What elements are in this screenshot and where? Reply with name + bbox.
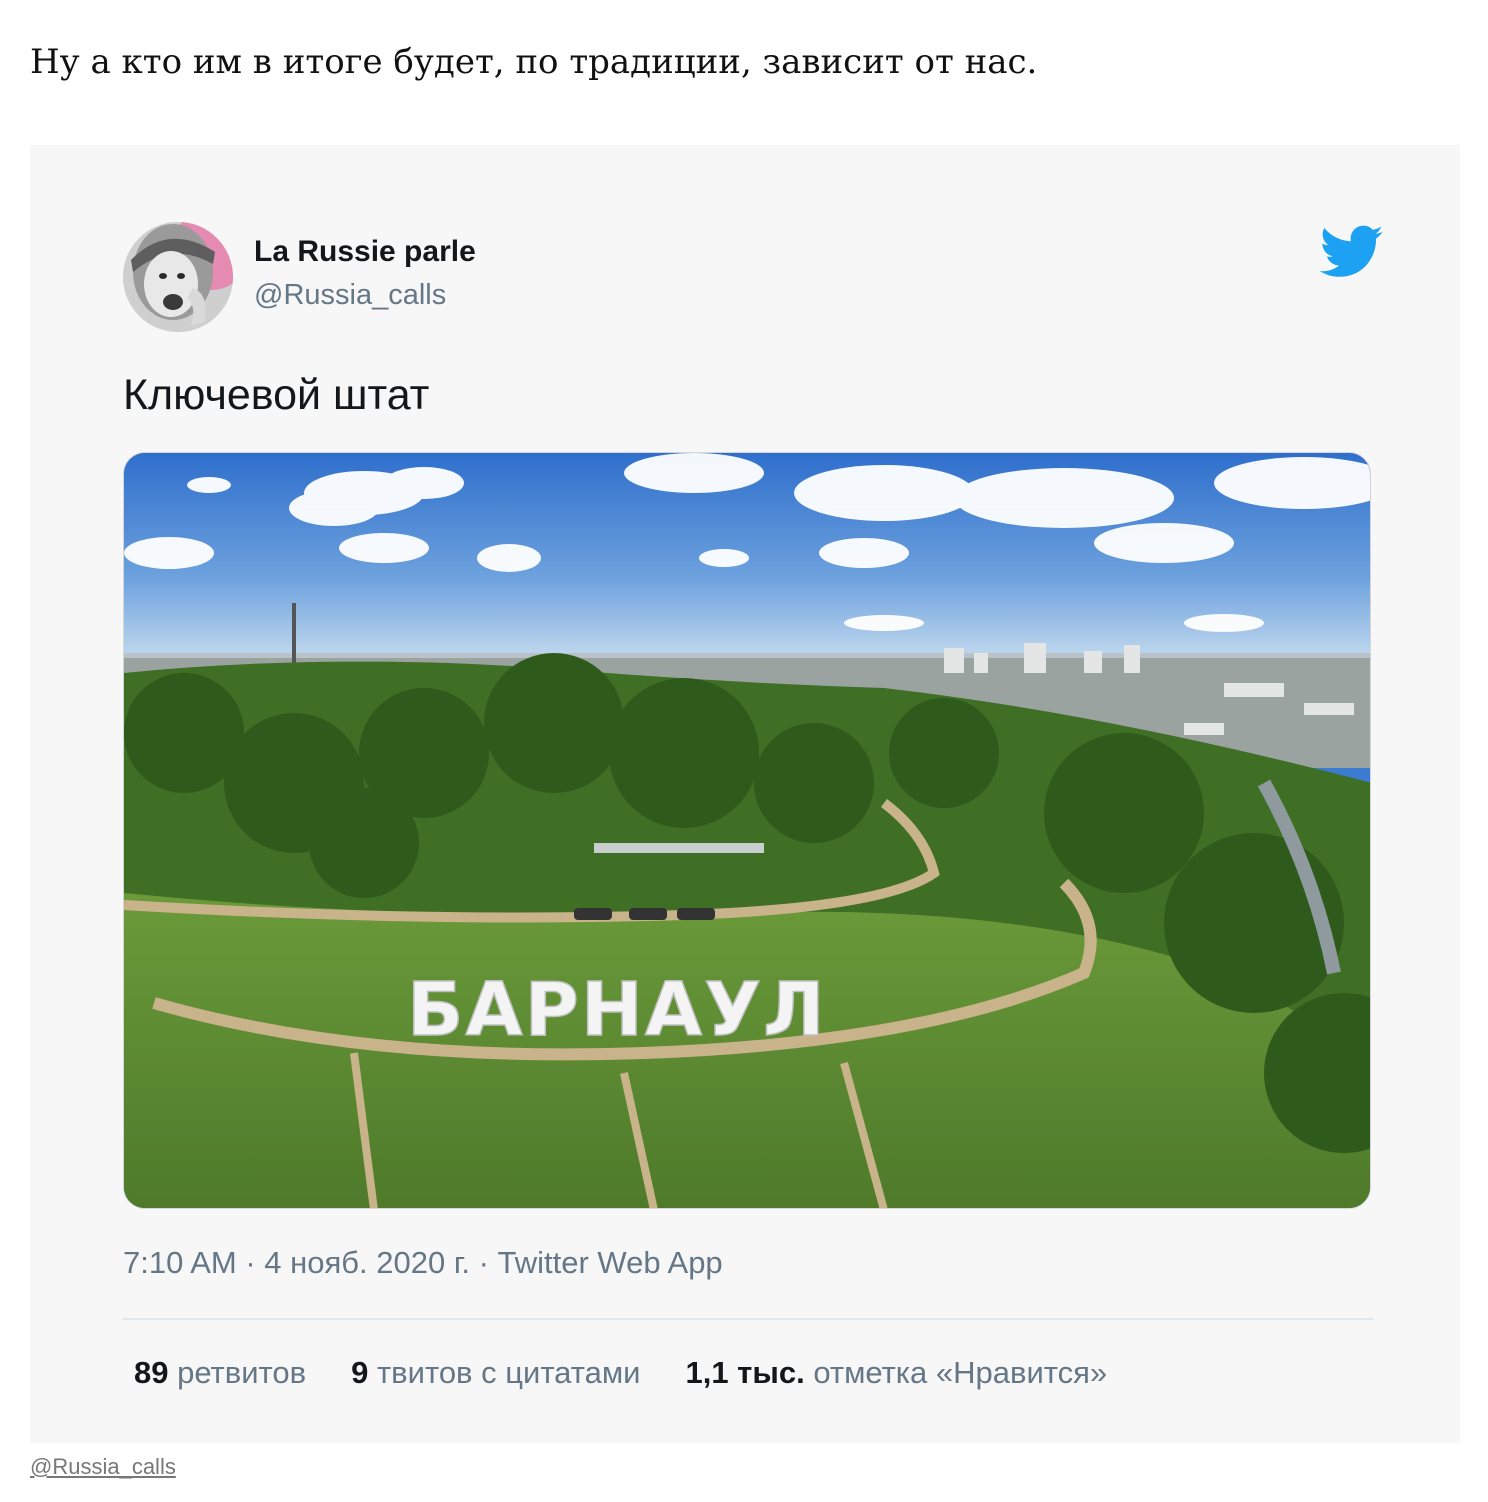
photo-sign-text: БАРНАУЛ	[407, 967, 827, 1053]
author-avatar[interactable]	[123, 222, 233, 332]
likes-stat[interactable]: 1,1 тыс. отметка «Нравится»	[685, 1355, 1107, 1391]
quote-tweets-label: твитов с цитатами	[376, 1355, 641, 1390]
likes-count: 1,1 тыс.	[685, 1355, 805, 1390]
retweets-label: ретвитов	[177, 1355, 307, 1390]
retweets-stat[interactable]: 89 ретвитов	[134, 1355, 306, 1391]
tweet-embed[interactable]: La Russie parle @Russia_calls Ключевой ш…	[30, 145, 1460, 1443]
quote-tweets-count: 9	[351, 1355, 369, 1390]
quote-tweets-stat[interactable]: 9 твитов с цитатами	[351, 1355, 640, 1391]
twitter-bird-icon[interactable]	[1319, 225, 1384, 279]
tweet-text: Ключевой штат	[123, 371, 430, 419]
author-name[interactable]: La Russie parle	[254, 235, 476, 269]
credit-link[interactable]: @Russia_calls	[30, 1454, 176, 1480]
tweet-stats: 89 ретвитов 9 твитов с цитатами 1,1 тыс.…	[134, 1355, 1152, 1391]
article-paragraph: Ну а кто им в итоге будет, по традиции, …	[30, 42, 1038, 82]
divider	[123, 1318, 1373, 1320]
tweet-photo[interactable]: БАРНАУЛ	[123, 452, 1371, 1209]
tweet-timestamp[interactable]: 7:10 AM · 4 нояб. 2020 г. · Twitter Web …	[123, 1245, 723, 1281]
likes-label: отметка «Нравится»	[813, 1355, 1108, 1390]
author-handle[interactable]: @Russia_calls	[254, 279, 446, 312]
retweets-count: 89	[134, 1355, 169, 1390]
